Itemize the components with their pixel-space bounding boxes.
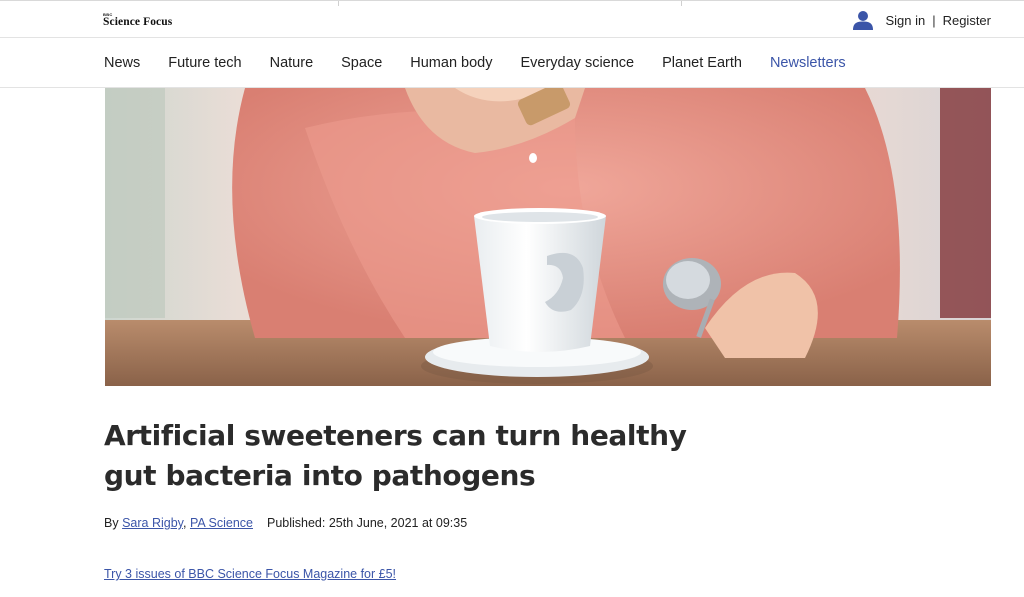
byline-comma: , — [183, 516, 187, 530]
sign-in-link[interactable]: Sign in — [885, 13, 925, 28]
account-links: Sign in | Register — [852, 10, 991, 30]
browser-tick — [338, 1, 339, 6]
nav-item-nature[interactable]: Nature — [270, 55, 314, 71]
nav-item-news[interactable]: News — [104, 55, 140, 71]
hero-illustration — [105, 88, 991, 386]
article-headline: Artificial sweeteners can turn healthy g… — [104, 419, 687, 492]
hero-image — [105, 88, 991, 386]
nav-item-future-tech[interactable]: Future tech — [168, 55, 241, 71]
nav-item-newsletters[interactable]: Newsletters — [770, 55, 846, 71]
byline-by-label: By — [104, 516, 119, 530]
browser-tick — [681, 1, 682, 6]
logo-name-text: Science Focus — [103, 16, 173, 28]
published-date: Published: 25th June, 2021 at 09:35 — [266, 516, 468, 530]
subscription-promo-link[interactable]: Try 3 issues of BBC Science Focus Magazi… — [104, 567, 396, 581]
author-link-pa-science[interactable]: PA Science — [190, 516, 253, 530]
nav-item-space[interactable]: Space — [341, 55, 382, 71]
register-link[interactable]: Register — [943, 13, 991, 28]
author-link-sara-rigby[interactable]: Sara Rigby — [122, 516, 183, 530]
article-byline: By Sara Rigby, PA Science Published: 25th… — [104, 516, 467, 530]
nav-item-everyday-science[interactable]: Everyday science — [520, 55, 634, 71]
user-icon[interactable] — [852, 10, 874, 30]
top-bar: BBC Science Focus Sign in | Register — [0, 0, 1024, 38]
account-separator: | — [932, 12, 936, 28]
site-logo[interactable]: BBC Science Focus — [103, 13, 172, 29]
nav-item-human-body[interactable]: Human body — [410, 55, 492, 71]
subscription-promo: Try 3 issues of BBC Science Focus Magazi… — [104, 567, 396, 581]
main-nav: News Future tech Nature Space Human body… — [0, 38, 1024, 88]
nav-item-planet-earth[interactable]: Planet Earth — [662, 55, 742, 71]
